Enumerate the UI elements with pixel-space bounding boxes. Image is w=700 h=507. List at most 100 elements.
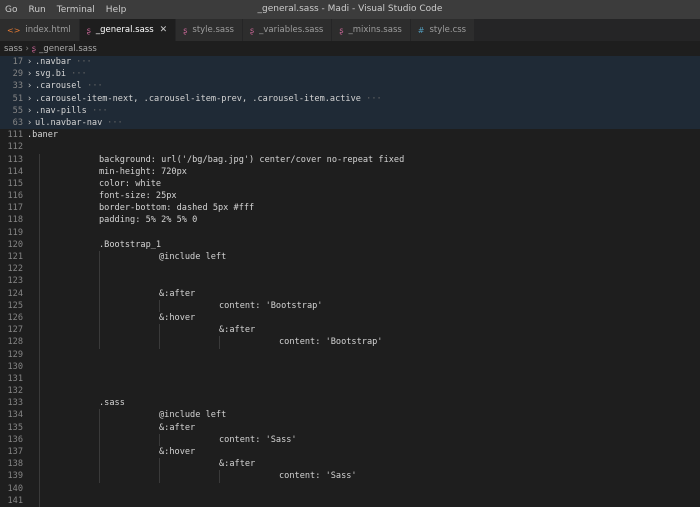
code-line[interactable]: 111 .baner xyxy=(0,129,700,141)
code-line[interactable]: 51 › .carousel-item-next, .carousel-item-p… xyxy=(0,92,700,105)
fold-chevron-icon[interactable]: › xyxy=(27,68,32,80)
indent-guide xyxy=(39,433,40,446)
code-line[interactable]: 138 &:after xyxy=(0,458,700,471)
indent-guide xyxy=(99,263,100,276)
menu-help[interactable]: Help xyxy=(101,5,133,15)
code-line[interactable]: 131 xyxy=(0,372,700,386)
indent-guide xyxy=(39,360,40,373)
close-icon[interactable]: ✕ xyxy=(160,25,168,35)
menu-bar: Go Run Terminal Help xyxy=(0,0,132,19)
menu-go[interactable]: Go xyxy=(0,5,23,15)
line-number: 29 xyxy=(12,69,23,80)
code-line[interactable]: 133 .sass xyxy=(0,397,700,410)
tab-mixins-sass[interactable]: ʂ _mixins.sass xyxy=(332,19,411,41)
code-line[interactable]: 132 xyxy=(0,385,700,398)
code-text: .nav-pills xyxy=(35,105,87,116)
code-line[interactable]: 119 xyxy=(0,226,700,239)
fold-chevron-icon[interactable]: › xyxy=(27,80,32,92)
code-line[interactable]: 17 › .navbar ··· xyxy=(0,56,700,69)
code-line[interactable]: 128 content: 'Bootstrap' xyxy=(0,336,700,349)
line-number: 138 xyxy=(7,459,23,470)
code-line[interactable]: 124 &:after xyxy=(0,287,700,300)
code-line[interactable]: 123 xyxy=(0,275,700,288)
tab-general-sass[interactable]: ʂ _general.sass ✕ xyxy=(79,19,177,41)
code-line[interactable]: 122 xyxy=(0,263,700,276)
indent-guide xyxy=(39,397,40,410)
code-line[interactable]: 115 color: white xyxy=(0,177,700,191)
tab-label: _general.sass xyxy=(95,25,154,35)
tab-index-html[interactable]: <> index.html xyxy=(0,19,80,41)
code-line[interactable]: 113 background: url('/bg/bag.jpg') center… xyxy=(0,153,700,166)
indent-guide xyxy=(39,299,40,312)
tab-variables-sass[interactable]: ʂ _variables.sass xyxy=(242,19,333,41)
code-line[interactable]: 121 @include left xyxy=(0,251,700,264)
breadcrumb-folder[interactable]: sass xyxy=(4,44,23,54)
breadcrumb-file[interactable]: _general.sass xyxy=(39,44,97,54)
folded-ellipsis-icon[interactable]: ··· xyxy=(82,80,103,92)
menu-terminal[interactable]: Terminal xyxy=(52,5,101,15)
folded-ellipsis-icon[interactable]: ··· xyxy=(66,68,87,80)
code-line[interactable]: 114 min-height: 720px xyxy=(0,165,700,178)
code-line[interactable]: 140 xyxy=(0,482,700,495)
code-text: &:after xyxy=(159,422,196,433)
indent-guide xyxy=(39,251,40,264)
folded-ellipsis-icon[interactable]: ··· xyxy=(102,117,123,129)
code-line[interactable]: 118 padding: 5% 2% 5% 0 xyxy=(0,214,700,227)
code-line[interactable]: 63 › ul.navbar-nav ··· xyxy=(0,116,700,130)
tab-style-sass[interactable]: ʂ style.sass xyxy=(176,19,243,41)
code-line[interactable]: 120 .Bootstrap_1 xyxy=(0,238,700,251)
folded-ellipsis-icon[interactable]: ··· xyxy=(87,105,108,117)
indent-guide xyxy=(99,275,100,288)
code-text: @include left xyxy=(159,410,227,421)
indent-guide xyxy=(99,336,100,349)
line-number: 116 xyxy=(7,191,23,202)
code-line[interactable]: 141 xyxy=(0,494,700,507)
indent-guide xyxy=(159,470,160,483)
code-line[interactable]: 33 › .carousel ··· xyxy=(0,80,700,93)
line-number: 115 xyxy=(7,178,23,189)
tab-label: _mixins.sass xyxy=(348,25,402,35)
code-line[interactable]: 135 &:after xyxy=(0,421,700,434)
fold-chevron-icon[interactable]: › xyxy=(27,93,32,105)
code-line[interactable]: 112 xyxy=(0,141,700,153)
line-number: 127 xyxy=(7,325,23,336)
code-line[interactable]: 139 content: 'Sass' xyxy=(0,470,700,483)
line-number: 134 xyxy=(7,410,23,421)
indent-guide xyxy=(99,287,100,300)
code-line[interactable]: 129 xyxy=(0,348,700,361)
folded-ellipsis-icon[interactable]: ··· xyxy=(361,93,382,105)
indent-guide xyxy=(159,324,160,337)
code-line[interactable]: 55 › .nav-pills ··· xyxy=(0,104,700,117)
chevron-right-icon: › xyxy=(25,43,29,54)
indent-guide xyxy=(219,336,220,349)
indent-guide xyxy=(99,433,100,446)
code-line[interactable]: 125 content: 'Bootstrap' xyxy=(0,299,700,312)
code-text: &:hover xyxy=(159,312,196,323)
line-number: 120 xyxy=(7,239,23,250)
indent-guide xyxy=(39,324,40,337)
menu-run[interactable]: Run xyxy=(23,5,51,15)
code-text: border-bottom: dashed 5px #fff xyxy=(99,203,255,214)
indent-guide xyxy=(39,238,40,251)
code-line[interactable]: 134 @include left xyxy=(0,409,700,422)
folded-ellipsis-icon[interactable]: ··· xyxy=(71,56,92,68)
code-line[interactable]: 127 &:after xyxy=(0,324,700,337)
fold-chevron-icon[interactable]: › xyxy=(27,56,32,68)
code-line[interactable]: 29 › svg.bi ··· xyxy=(0,68,700,81)
fold-chevron-icon[interactable]: › xyxy=(27,117,32,129)
sass-file-icon: ʂ xyxy=(86,25,91,35)
code-line[interactable]: 126 &:hover xyxy=(0,311,700,325)
code-line[interactable]: 130 xyxy=(0,360,700,373)
indent-guide xyxy=(39,385,40,398)
code-line[interactable]: 117 border-bottom: dashed 5px #fff xyxy=(0,202,700,215)
line-number: 117 xyxy=(7,203,23,214)
code-line[interactable]: 116 font-size: 25px xyxy=(0,190,700,203)
code-line[interactable]: 136 content: 'Sass' xyxy=(0,433,700,446)
indent-guide xyxy=(99,470,100,483)
line-number: 112 xyxy=(7,142,23,153)
line-number: 119 xyxy=(7,227,23,238)
code-editor[interactable]: 17 › .navbar ··· 29 › svg.bi ··· 33 › .carousel … xyxy=(0,56,700,507)
fold-chevron-icon[interactable]: › xyxy=(27,105,32,117)
tab-style-css[interactable]: # style.css xyxy=(410,19,476,41)
code-line[interactable]: 137 &:hover xyxy=(0,446,700,459)
